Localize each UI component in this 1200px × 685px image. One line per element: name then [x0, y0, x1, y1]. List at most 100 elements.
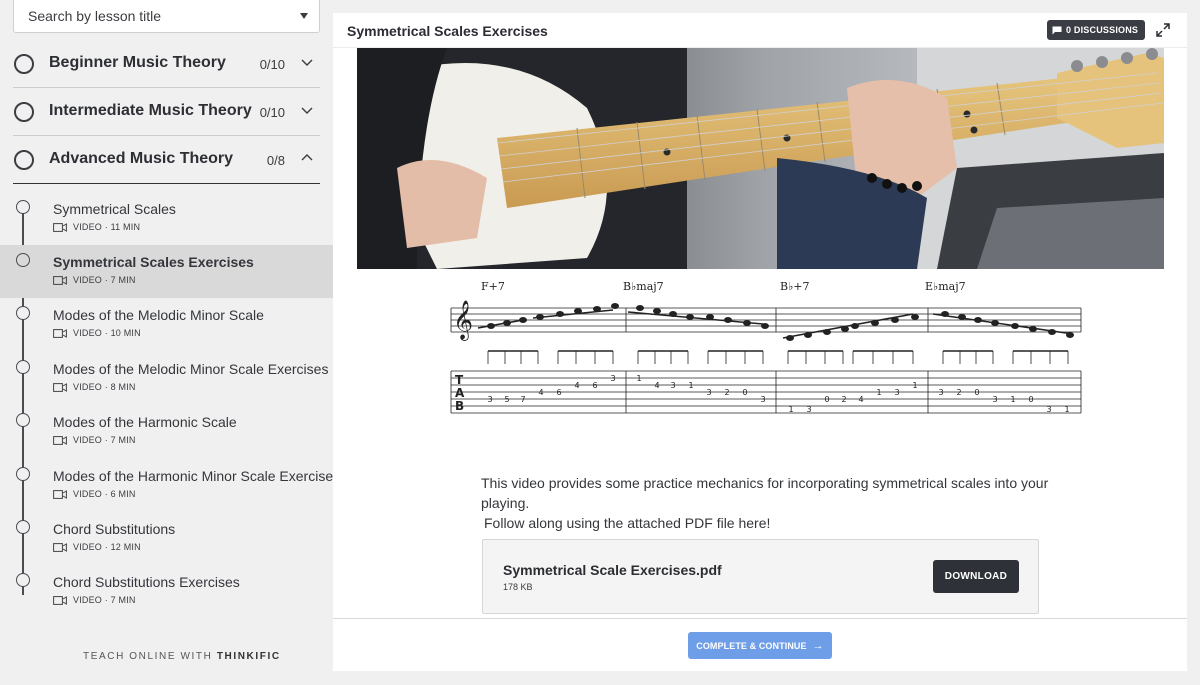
- dropdown-caret-icon[interactable]: [300, 13, 308, 19]
- video-icon: [53, 328, 67, 338]
- attachment-file-name: Symmetrical Scale Exercises.pdf: [503, 562, 722, 578]
- chapter-progress: 0/8: [266, 153, 285, 168]
- lesson-page-title: Symmetrical Scales Exercises: [347, 23, 548, 39]
- svg-text:𝄞: 𝄞: [453, 300, 473, 341]
- lesson-meta: VIDEO · 7 MIN: [73, 275, 136, 285]
- tab-letter: T: [455, 373, 464, 387]
- lesson-status-circle-icon: [16, 520, 30, 534]
- tab-letter: A: [455, 386, 465, 400]
- lesson-status-circle-icon: [16, 253, 30, 267]
- tab-number: 3: [806, 405, 811, 414]
- lesson-search-select[interactable]: Search by lesson title: [13, 0, 320, 33]
- lesson-item[interactable]: Chord Substitutions Exercises VIDEO · 7 …: [0, 565, 333, 618]
- lesson-item[interactable]: Symmetrical Scales VIDEO · 11 MIN: [0, 192, 333, 245]
- tab-number: 1: [1010, 395, 1015, 404]
- tab-number: 6: [556, 388, 561, 397]
- tab-number: 1: [1064, 405, 1069, 414]
- chapter-progress-circle-icon: [14, 54, 34, 74]
- tab-number: 3: [1046, 405, 1051, 414]
- lesson-meta: VIDEO · 10 MIN: [73, 328, 141, 338]
- tab-number: 4: [654, 381, 659, 390]
- chat-bubble-icon: [1052, 26, 1062, 34]
- chapter-progress-circle-icon: [14, 102, 34, 122]
- search-placeholder: Search by lesson title: [28, 8, 162, 24]
- video-player[interactable]: [357, 48, 1164, 269]
- lesson-meta: VIDEO · 12 MIN: [73, 542, 141, 552]
- brand-name: THINKIFIC: [216, 651, 281, 662]
- chapter-progress: 0/10: [259, 57, 285, 72]
- tab-number: 2: [956, 388, 961, 397]
- chapter-progress: 0/10: [259, 105, 285, 120]
- thinkific-brand-link[interactable]: TEACH ONLINE WITH THINKIFIC: [83, 651, 281, 662]
- expand-fullscreen-icon[interactable]: [1155, 22, 1171, 38]
- video-icon: [53, 595, 67, 605]
- lesson-title: Symmetrical Scales Exercises: [53, 254, 254, 270]
- lesson-title: Symmetrical Scales: [53, 201, 176, 217]
- chapter-beginner-music-theory[interactable]: Beginner Music Theory 0/10: [13, 40, 320, 88]
- chapter-progress-circle-icon: [14, 150, 34, 170]
- lesson-item[interactable]: Modes of the Harmonic Minor Scale Exerci…: [0, 459, 340, 512]
- tab-number: 4: [858, 395, 863, 404]
- lesson-title: Modes of the Melodic Minor Scale: [53, 307, 264, 323]
- lesson-status-circle-icon: [16, 200, 30, 214]
- lesson-item[interactable]: Modes of the Melodic Minor Scale Exercis…: [0, 352, 333, 405]
- download-button[interactable]: DOWNLOAD: [933, 560, 1019, 593]
- video-icon: [53, 489, 67, 499]
- lesson-meta: VIDEO · 8 MIN: [73, 382, 136, 392]
- complete-and-continue-button[interactable]: COMPLETE & CONTINUE →: [688, 632, 832, 659]
- chapter-title: Advanced Music Theory: [49, 150, 234, 167]
- tab-number: 3: [938, 388, 943, 397]
- attachment-card: Symmetrical Scale Exercises.pdf 178 KB D…: [482, 539, 1039, 614]
- chevron-down-icon[interactable]: [300, 103, 314, 117]
- lesson-status-circle-icon: [16, 360, 30, 374]
- video-icon: [53, 435, 67, 445]
- discussions-label: 0 DISCUSSIONS: [1066, 25, 1139, 35]
- lesson-content-panel: Symmetrical Scales Exercises 0 DISCUSSIO…: [333, 13, 1187, 671]
- lesson-status-circle-icon: [16, 306, 30, 320]
- lesson-title: Modes of the Harmonic Scale: [53, 414, 237, 430]
- tab-number: 3: [760, 395, 765, 404]
- lesson-item[interactable]: Modes of the Melodic Minor Scale VIDEO ·…: [0, 298, 333, 351]
- chevron-up-icon[interactable]: [300, 151, 314, 165]
- chord-symbol: E♭maj7: [925, 280, 966, 293]
- tab-number: 1: [912, 381, 917, 390]
- tab-number: 3: [487, 395, 492, 404]
- discussions-button[interactable]: 0 DISCUSSIONS: [1047, 20, 1146, 40]
- lesson-item-active[interactable]: Symmetrical Scales Exercises VIDEO · 7 M…: [0, 245, 333, 298]
- tab-number: 2: [724, 388, 729, 397]
- chevron-down-icon[interactable]: [300, 55, 314, 69]
- course-sidebar: Search by lesson title Beginner Music Th…: [0, 0, 340, 685]
- lesson-title: Chord Substitutions: [53, 521, 176, 537]
- tab-number: 3: [894, 388, 899, 397]
- brand-prefix: TEACH ONLINE WITH: [83, 651, 213, 662]
- tab-number: 2: [841, 395, 846, 404]
- video-icon: [53, 542, 67, 552]
- tab-number: 1: [876, 388, 881, 397]
- tab-number: 1: [788, 405, 793, 414]
- video-icon: [53, 222, 67, 232]
- sheet-music-notation: F+7 B♭maj7 B♭+7 E♭maj7 𝄞 T A B 3 5 7 4 6…: [450, 280, 1082, 414]
- lesson-title: Modes of the Melodic Minor Scale Exercis…: [53, 361, 329, 377]
- lesson-title: Chord Substitutions Exercises: [53, 574, 240, 590]
- tab-number: 1: [688, 381, 693, 390]
- tab-letter: B: [455, 399, 464, 413]
- description-line: This video provides some practice mechan…: [481, 475, 1049, 511]
- lesson-item[interactable]: Chord Substitutions VIDEO · 12 MIN: [0, 512, 333, 565]
- attachment-file-size: 178 KB: [503, 582, 533, 592]
- lesson-header: Symmetrical Scales Exercises 0 DISCUSSIO…: [333, 13, 1187, 48]
- tab-number: 1: [636, 374, 641, 383]
- tab-number: 0: [742, 388, 747, 397]
- tab-number: 3: [670, 381, 675, 390]
- lesson-status-circle-icon: [16, 413, 30, 427]
- chapter-intermediate-music-theory[interactable]: Intermediate Music Theory 0/10: [13, 88, 320, 136]
- tab-number: 0: [824, 395, 829, 404]
- chapter-advanced-music-theory[interactable]: Advanced Music Theory 0/8: [13, 136, 320, 184]
- chord-symbol: F+7: [481, 280, 505, 293]
- lesson-item[interactable]: Modes of the Harmonic Scale VIDEO · 7 MI…: [0, 405, 333, 458]
- chord-symbol: B♭+7: [780, 280, 810, 293]
- tab-number: 0: [974, 388, 979, 397]
- lesson-meta: VIDEO · 7 MIN: [73, 595, 136, 605]
- tab-number: 4: [538, 388, 543, 397]
- tab-number: 4: [574, 381, 579, 390]
- lesson-description: This video provides some practice mechan…: [481, 473, 1051, 533]
